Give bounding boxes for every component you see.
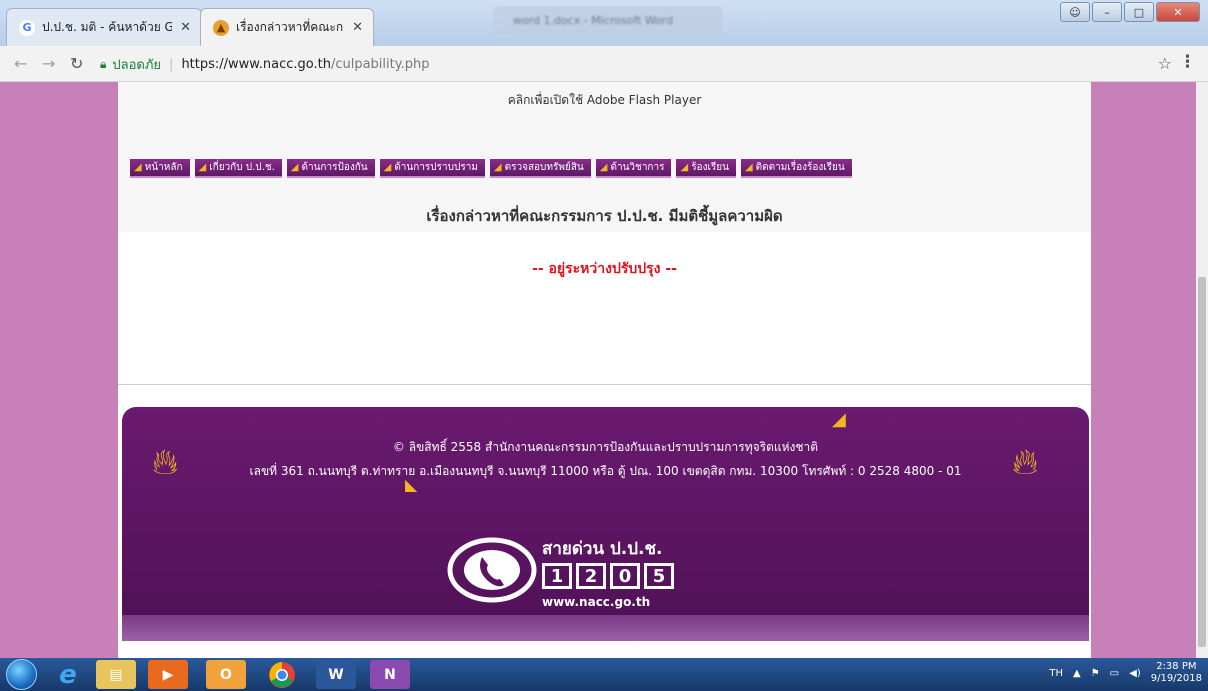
outlook-icon[interactable]: O (206, 660, 246, 689)
tab-title: ป.ป.ช. มติ - ค้นหาด้วย Goog (42, 20, 173, 34)
flame-icon: ◢ (599, 162, 608, 173)
menu-label: ด้านการป้องกัน (301, 162, 368, 173)
url-path: /culpability.php (330, 56, 430, 72)
url-bar[interactable]: 🔒︎ ปลอดภัย | https://www.nacc.go.th /cul… (100, 52, 1166, 76)
flame-icon: ◢ (290, 162, 299, 173)
scrollbar-thumb[interactable] (1198, 277, 1206, 647)
hotline-digit: 0 (610, 563, 640, 589)
small-flame-icon: ◢ (832, 409, 846, 430)
page-title: เรื่องกล่าวหาที่คณะกรรมการ ป.ป.ช. มีมติช… (426, 207, 783, 225)
page-content: คลิกเพื่อเปิดใช้ Adobe Flash Player ◢ หน้… (118, 82, 1091, 658)
show-hidden-icons[interactable]: ▲ (1073, 668, 1081, 679)
reload-icon[interactable]: ↻ (70, 54, 83, 73)
nacc-emblem-icon: ▲ (213, 19, 229, 36)
language-indicator[interactable]: TH (1049, 668, 1063, 679)
flame-icon: ◢ (680, 162, 689, 173)
chrome-logo (269, 661, 295, 688)
network-icon[interactable]: ▭ (1110, 668, 1119, 679)
url-host: https://www.nacc.go.th (181, 56, 331, 72)
browser-tab-google[interactable]: G ป.ป.ช. มติ - ค้นหาด้วย Goog ✕ (6, 8, 202, 46)
internet-explorer-icon[interactable]: e (48, 660, 88, 690)
background-window-title: word 1.docx - Microsoft Word (513, 14, 674, 27)
clock[interactable]: 2:38 PM 9/19/2018 (1151, 661, 1202, 685)
file-explorer-icon[interactable]: ▤ (96, 660, 136, 689)
word-icon[interactable]: W (316, 660, 356, 689)
background-window-tab[interactable]: word 1.docx - Microsoft Word (493, 6, 723, 36)
menu-item-asset-inspection[interactable]: ◢ ตรวจสอบทรัพย์สิน (489, 159, 591, 178)
menu-item-home[interactable]: ◢ หน้าหลัก (130, 159, 190, 178)
menu-item-academic[interactable]: ◢ ด้านวิชาการ (595, 159, 672, 178)
bookmark-star-icon[interactable]: ☆ (1158, 54, 1172, 73)
hotline-digit: 1 (542, 563, 572, 589)
menu-label: หน้าหลัก (144, 162, 183, 173)
menu-item-about[interactable]: ◢ เกี่ยวกับ ป.ป.ช. (194, 159, 282, 178)
separator: | (169, 56, 174, 72)
lock-icon[interactable]: 🔒︎ (100, 57, 106, 72)
flame-icon: ◢ (383, 162, 392, 173)
menu-label: ติดตามเรื่องร้องเรียน (755, 162, 845, 173)
address-text: เลขที่ 361 ถ.นนทบุรี ต.ท่าทราย อ.เมืองนน… (249, 464, 962, 478)
menu-item-prevention[interactable]: ◢ ด้านการป้องกัน (286, 159, 375, 178)
hotline-title: สายด่วน ป.ป.ช. (542, 539, 663, 559)
menu-item-complaint[interactable]: ◢ ร้องเรียน (676, 159, 736, 178)
browser-menu-icon[interactable]: ⋮ (1179, 52, 1196, 72)
media-player-icon[interactable]: ▶ (148, 660, 188, 689)
windows-taskbar: e ▤ ▶ O W N TH ▲ ⚑ ▭ ◀) 2:38 PM 9/19/201… (0, 658, 1208, 691)
hotline-digit: 5 (644, 563, 674, 589)
google-icon: G (19, 19, 35, 36)
copyright-text: © ลิขสิทธิ์ 2558 สำนักงานคณะกรรมการป้องก… (392, 440, 819, 454)
menu-label: ด้านการปราบปราม (394, 162, 478, 173)
close-tab-icon[interactable]: ✕ (352, 20, 363, 35)
flame-icon: ◢ (198, 162, 207, 173)
flag-icon[interactable]: ⚑ (1091, 668, 1100, 679)
browser-tab-nacc[interactable]: ▲ เรื่องกล่าวหาที่คณะกรรมกา ✕ (200, 8, 374, 46)
flash-prompt[interactable]: คลิกเพื่อเปิดใช้ Adobe Flash Player (118, 91, 1091, 110)
browser-tab-strip: G ป.ป.ช. มติ - ค้นหาด้วย Goog ✕ ▲ เรื่อง… (0, 0, 1208, 46)
secure-label: ปลอดภัย (112, 57, 162, 73)
hotline-number: 1 2 0 5 (542, 563, 674, 589)
phone-icon (447, 537, 537, 603)
minimize-button[interactable]: – (1092, 2, 1122, 22)
page-scrollbar[interactable] (1196, 82, 1208, 658)
user-profile-icon[interactable]: ☺ (1060, 2, 1090, 22)
close-window-button[interactable]: ✕ (1156, 2, 1200, 22)
window-controls: ☺ – □ ✕ (1060, 2, 1200, 22)
clock-date: 9/19/2018 (1150, 673, 1202, 684)
hotline-digit: 2 (576, 563, 606, 589)
maximize-button[interactable]: □ (1124, 2, 1154, 22)
status-message: -- อยู่ระหว่างปรับปรุง -- (532, 261, 677, 277)
hotline-url: www.nacc.go.th (542, 595, 651, 609)
start-button[interactable] (6, 659, 37, 690)
chrome-icon[interactable] (262, 660, 302, 689)
menu-item-track-complaint[interactable]: ◢ ติดตามเรื่องร้องเรียน (740, 159, 852, 178)
main-menu: ◢ หน้าหลัก ◢ เกี่ยวกับ ป.ป.ช. ◢ ด้านการป้อง… (130, 159, 852, 178)
address-toolbar: ← → ↻ 🔒︎ ปลอดภัย | https://www.nacc.go.t… (0, 46, 1208, 82)
menu-label: เกี่ยวกับ ป.ป.ช. (209, 162, 275, 173)
onenote-icon[interactable]: N (370, 660, 410, 689)
back-arrow-icon[interactable]: ← (14, 54, 27, 73)
system-tray: TH ▲ ⚑ ▭ ◀) 2:38 PM 9/19/2018 (1049, 661, 1202, 685)
footer-band (122, 615, 1089, 641)
clock-time: 2:38 PM (1156, 661, 1197, 672)
hotline-logo[interactable]: สายด่วน ป.ป.ช. 1 2 0 5 www.nacc.go.th (442, 525, 722, 615)
menu-label: ร้องเรียน (691, 162, 729, 173)
volume-icon[interactable]: ◀) (1129, 668, 1141, 679)
divider (118, 384, 1091, 385)
close-tab-icon[interactable]: ✕ (180, 20, 191, 35)
flame-icon: ◢ (493, 162, 502, 173)
flame-icon: ◢ (744, 162, 753, 173)
forward-arrow-icon[interactable]: → (42, 54, 55, 73)
flame-icon: ◢ (134, 162, 142, 173)
menu-label: ตรวจสอบทรัพย์สิน (504, 162, 584, 173)
menu-label: ด้านวิชาการ (610, 162, 665, 173)
menu-item-suppression[interactable]: ◢ ด้านการปราบปราม (379, 159, 485, 178)
site-footer: 🔥︎ 🔥︎ ◢ ◣ © ลิขสิทธิ์ 2558 สำนักงานคณะกร… (122, 407, 1089, 641)
tab-title: เรื่องกล่าวหาที่คณะกรรมกา (236, 20, 344, 34)
